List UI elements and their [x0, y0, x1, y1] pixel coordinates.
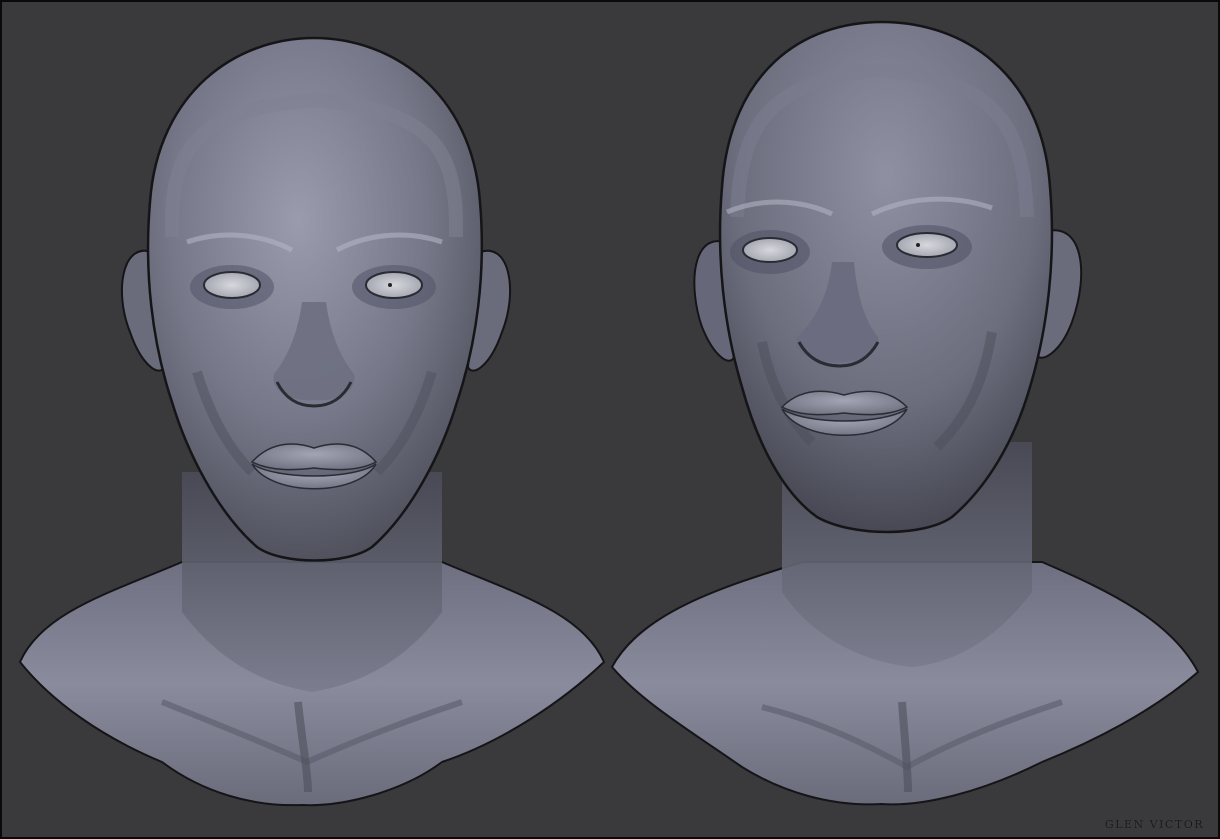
artist-signature: GLEN VICTOR: [1104, 818, 1204, 831]
three-quarter-view-bust: [610, 20, 1200, 806]
front-view-bust: [18, 36, 606, 807]
render-frame: GLEN VICTOR: [0, 0, 1220, 839]
sculpt-render: [18, 20, 1200, 807]
